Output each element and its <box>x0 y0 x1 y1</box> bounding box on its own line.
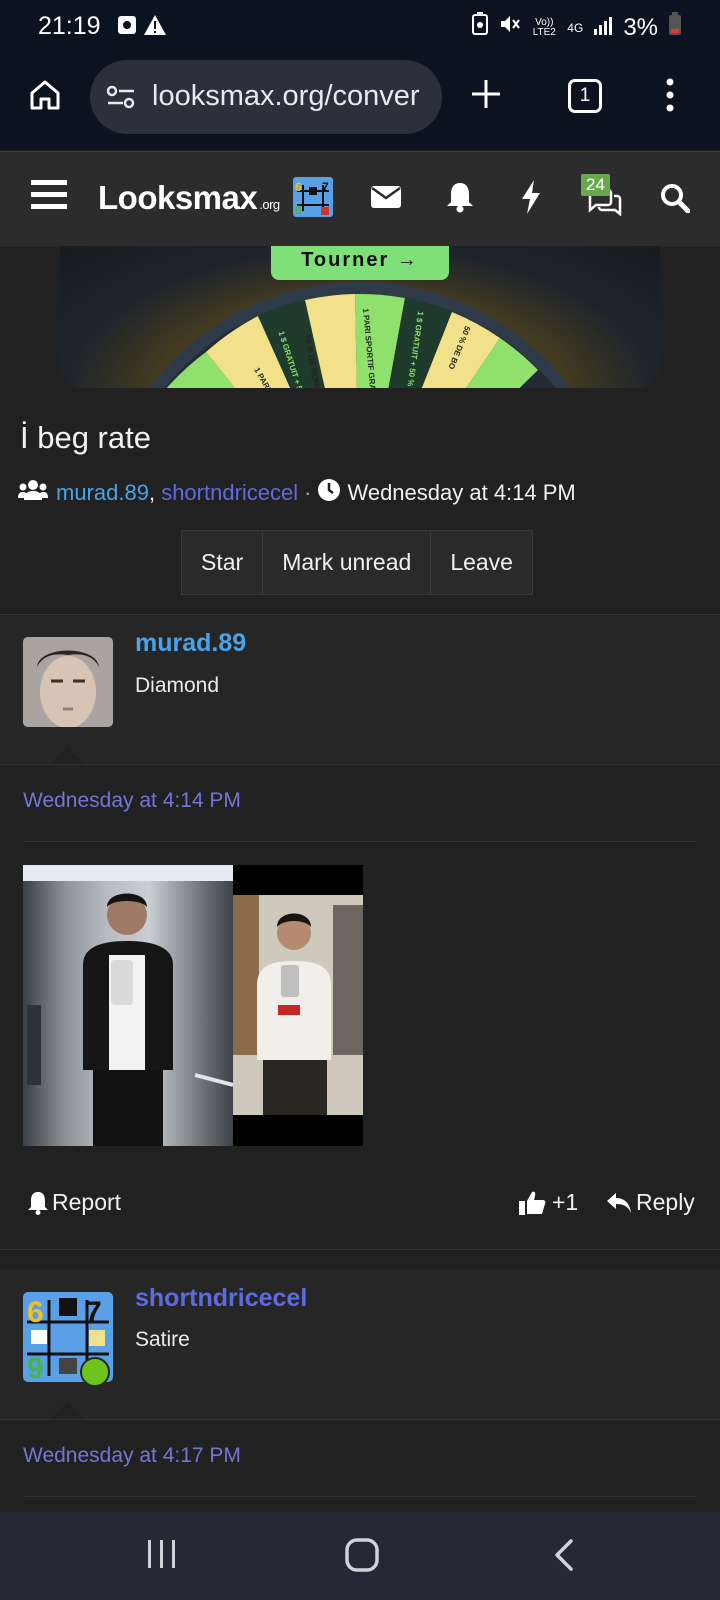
url-text[interactable]: looksmax.org/conver <box>152 80 420 113</box>
participants-icon <box>18 479 48 507</box>
message-user-block: murad.89 Diamond <box>0 615 720 764</box>
warning-icon <box>143 14 167 41</box>
spin-button[interactable]: Tourner → <box>271 246 449 280</box>
user-title: Diamond <box>135 674 220 697</box>
whats-new-bolt-icon[interactable] <box>520 179 542 220</box>
participant-link-1[interactable]: murad.89 <box>56 480 149 506</box>
report-bell-icon <box>28 1191 48 1215</box>
alerts-bell-icon[interactable] <box>445 181 475 218</box>
like-count: +1 <box>552 1189 579 1215</box>
more-menu-icon[interactable] <box>665 78 675 117</box>
svg-text:6: 6 <box>295 180 302 194</box>
site-logo[interactable]: Looksmax .org <box>98 179 280 217</box>
browser-toolbar: looksmax.org/conver 1 <box>0 52 720 150</box>
thumbs-up-icon <box>519 1191 546 1215</box>
divider <box>23 1496 697 1497</box>
star-button[interactable]: Star <box>182 531 264 594</box>
header-notch <box>50 1402 84 1419</box>
attached-photo-1[interactable] <box>23 865 233 1146</box>
divider <box>0 764 720 765</box>
thread-start-date: Wednesday at 4:14 PM <box>347 480 576 505</box>
message-date[interactable]: Wednesday at 4:17 PM <box>23 1444 241 1468</box>
divider <box>0 1419 720 1420</box>
message-date[interactable]: Wednesday at 4:14 PM <box>23 789 241 813</box>
divider <box>23 841 697 842</box>
conversations-count-badge: 24 <box>581 174 610 196</box>
svg-text:9: 9 <box>27 1352 44 1382</box>
message-username[interactable]: shortndricecel <box>135 1284 307 1313</box>
reply-label: Reply <box>636 1189 695 1215</box>
report-link[interactable]: Report <box>27 1189 121 1216</box>
avatar[interactable] <box>23 637 113 727</box>
logo-text: Looksmax <box>98 179 258 216</box>
recent-apps-icon[interactable] <box>146 1539 178 1574</box>
online-status-indicator <box>80 1357 110 1387</box>
report-label: Report <box>52 1189 122 1215</box>
tab-switcher-button[interactable]: 1 <box>568 79 602 113</box>
home-button-icon[interactable] <box>345 1538 379 1577</box>
participant-link-2[interactable]: shortndricecel <box>161 480 298 506</box>
site-navbar: Looksmax .org 6 7 9 24 <box>0 151 720 247</box>
divider <box>0 1249 720 1250</box>
home-icon[interactable] <box>28 78 62 117</box>
reply-arrow-icon <box>607 1192 631 1213</box>
message-username[interactable]: murad.89 <box>135 629 246 658</box>
reply-button[interactable]: Reply <box>606 1189 695 1216</box>
svg-text:9: 9 <box>295 203 302 217</box>
message-user-block: 6 7 9 shortndricecel Satire <box>0 1269 720 1419</box>
svg-text:6: 6 <box>27 1296 44 1329</box>
status-time: 21:19 <box>38 12 101 40</box>
volte-label: Vo)) LTE2 <box>532 16 556 38</box>
header-notch <box>50 747 84 764</box>
battery-percent: 3% <box>623 13 658 41</box>
messages-envelope-icon[interactable] <box>370 185 402 214</box>
game-board-icon[interactable]: 6 7 9 <box>293 177 333 222</box>
mute-icon <box>499 13 521 42</box>
like-button[interactable]: +1 <box>518 1189 578 1216</box>
hamburger-menu-icon[interactable] <box>31 180 67 215</box>
status-bar: 21:19 Vo)) LTE2 4G 3% <box>0 0 720 52</box>
user-title: Satire <box>135 1328 190 1351</box>
site-settings-icon[interactable] <box>106 84 136 115</box>
search-icon[interactable] <box>660 183 691 218</box>
signal-icon <box>593 14 613 42</box>
address-bar[interactable]: looksmax.org/conver <box>90 60 442 134</box>
svg-text:7: 7 <box>322 180 329 194</box>
battery-icon <box>668 12 682 43</box>
mark-unread-button[interactable]: Mark unread <box>263 531 432 594</box>
meta-separator: · <box>304 480 312 505</box>
svg-text:7: 7 <box>85 1296 102 1329</box>
leave-button[interactable]: Leave <box>431 531 532 594</box>
thread-title: İ beg rate <box>20 420 151 455</box>
screenshot-icon <box>116 14 138 41</box>
system-navigation-bar <box>0 1512 720 1600</box>
new-tab-icon[interactable] <box>470 78 502 115</box>
logo-suffix: .org <box>259 197 280 212</box>
thread-actions: Star Mark unread Leave <box>181 530 533 595</box>
thread-meta: murad.89, shortndricecel · Wednesday at … <box>18 478 576 508</box>
post-actions-bar: Report +1 Reply <box>0 1186 720 1220</box>
network-type: 4G <box>567 20 584 35</box>
battery-saver-icon <box>471 12 489 43</box>
clock-icon <box>317 478 341 508</box>
attached-photo-2[interactable] <box>233 865 363 1146</box>
back-icon[interactable] <box>553 1539 575 1576</box>
